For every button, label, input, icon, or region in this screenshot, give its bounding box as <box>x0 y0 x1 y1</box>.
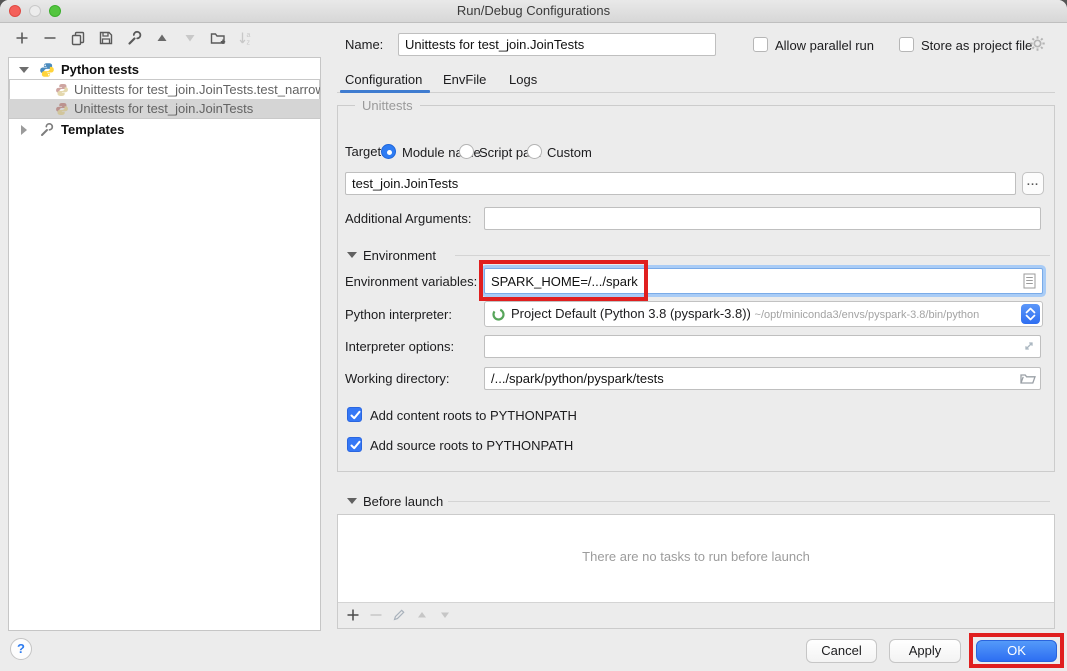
add-task-icon[interactable] <box>346 608 360 622</box>
collapsed-twisty-icon[interactable] <box>21 125 27 135</box>
title-bar: Run/Debug Configurations <box>0 0 1067 23</box>
before-launch-toolbar <box>346 608 452 622</box>
tree-item-label: Unittests for test_join.JoinTests.test_n… <box>74 82 320 97</box>
cancel-button[interactable]: Cancel <box>806 639 877 663</box>
interpreter-options-input[interactable] <box>484 335 1041 358</box>
configurations-toolbar: az <box>14 30 254 46</box>
tree-item-test-narrow[interactable]: Unittests for test_join.JoinTests.test_n… <box>9 80 320 99</box>
new-folder-icon[interactable] <box>210 30 226 46</box>
move-up-icon[interactable] <box>154 30 170 46</box>
radio-custom-label: Custom <box>547 145 592 161</box>
store-as-project-file-label: Store as project file <box>921 38 1032 54</box>
python-interpreter-label: Python interpreter: <box>345 307 452 323</box>
window-title: Run/Debug Configurations <box>0 0 1067 22</box>
task-up-icon[interactable] <box>415 608 429 622</box>
before-launch-section-line <box>448 501 1050 502</box>
environment-variables-input[interactable] <box>484 268 1043 294</box>
interpreter-path: ~/opt/miniconda3/envs/pyspark-3.8/bin/py… <box>755 309 980 321</box>
apply-button[interactable]: Apply <box>889 639 961 663</box>
interpreter-options-label: Interpreter options: <box>345 339 454 355</box>
before-launch-section-title[interactable]: Before launch <box>363 494 443 510</box>
edit-task-pencil-icon[interactable] <box>392 608 406 622</box>
add-content-roots-checkbox[interactable] <box>347 407 362 422</box>
radio-script-path[interactable] <box>459 144 474 159</box>
module-name-input[interactable] <box>345 172 1016 195</box>
svg-text:a: a <box>247 32 251 39</box>
store-as-project-file-checkbox[interactable] <box>899 37 914 52</box>
additional-arguments-input[interactable] <box>484 207 1041 230</box>
copy-icon[interactable] <box>70 30 86 46</box>
add-source-roots-checkbox[interactable] <box>347 437 362 452</box>
remove-task-icon[interactable] <box>369 608 383 622</box>
expanded-twisty-icon[interactable] <box>19 67 29 73</box>
tree-item-label: Python tests <box>61 62 139 77</box>
before-launch-collapse-icon[interactable] <box>347 498 357 504</box>
add-content-roots-label: Add content roots to PYTHONPATH <box>370 408 577 424</box>
allow-parallel-run-label: Allow parallel run <box>775 38 874 54</box>
allow-parallel-run-checkbox[interactable] <box>753 37 768 52</box>
tree-item-jointests-selected[interactable]: Unittests for test_join.JoinTests <box>9 99 320 118</box>
browse-button[interactable]: ... <box>1022 172 1044 195</box>
tree-item-templates[interactable]: Templates <box>9 120 320 139</box>
svg-text:z: z <box>247 40 251 47</box>
interpreter-env-icon <box>491 307 506 322</box>
active-tab-underline <box>340 90 430 93</box>
interpreter-name: Project Default (Python 3.8 (pyspark-3.8… <box>511 306 751 321</box>
unittests-group-title: Unittests <box>355 98 420 113</box>
python-test-icon <box>55 83 69 97</box>
target-label: Target: <box>345 144 385 160</box>
add-icon[interactable] <box>14 30 30 46</box>
radio-module-name[interactable] <box>381 144 396 159</box>
tab-configuration[interactable]: Configuration <box>345 72 422 87</box>
interpreter-dropdown-stepper-icon[interactable] <box>1021 304 1040 324</box>
run-debug-configurations-dialog: Run/Debug Configurations az Pyth <box>0 0 1067 671</box>
environment-variables-label: Environment variables: <box>345 274 477 290</box>
environment-collapse-icon[interactable] <box>347 252 357 258</box>
tree-item-label: Templates <box>61 122 124 137</box>
name-input[interactable] <box>398 33 716 56</box>
working-directory-label: Working directory: <box>345 371 450 387</box>
tree-item-label: Unittests for test_join.JoinTests <box>74 101 253 116</box>
remove-icon[interactable] <box>42 30 58 46</box>
python-test-icon <box>55 102 69 116</box>
radio-custom[interactable] <box>527 144 542 159</box>
expand-field-icon[interactable] <box>1021 338 1037 354</box>
move-down-icon[interactable] <box>182 30 198 46</box>
sort-alphabetically-icon[interactable]: az <box>238 30 254 46</box>
environment-section-title[interactable]: Environment <box>363 248 436 264</box>
help-button[interactable]: ? <box>10 638 32 660</box>
environment-section-line <box>455 255 1050 256</box>
tab-logs[interactable]: Logs <box>509 72 537 87</box>
folder-icon[interactable] <box>1019 370 1037 386</box>
before-launch-panel: There are no tasks to run before launch <box>337 514 1055 629</box>
tree-item-python-tests[interactable]: Python tests <box>9 60 320 79</box>
working-directory-input[interactable] <box>484 367 1041 390</box>
configurations-tree: Python tests Unittests for test_join.Joi… <box>8 57 321 631</box>
add-source-roots-label: Add source roots to PYTHONPATH <box>370 438 573 454</box>
before-launch-empty-text: There are no tasks to run before launch <box>338 549 1054 564</box>
save-icon[interactable] <box>98 30 114 46</box>
tabs-divider <box>337 92 1055 93</box>
edit-templates-wrench-icon[interactable] <box>126 30 142 46</box>
tab-envfile[interactable]: EnvFile <box>443 72 486 87</box>
additional-arguments-label: Additional Arguments: <box>345 211 471 227</box>
ok-button[interactable]: OK <box>976 640 1057 662</box>
gear-icon[interactable] <box>1029 35 1046 52</box>
task-down-icon[interactable] <box>438 608 452 622</box>
name-label: Name: <box>345 37 383 53</box>
before-launch-task-list[interactable]: There are no tasks to run before launch <box>338 515 1054 603</box>
python-icon <box>39 62 55 78</box>
templates-wrench-icon <box>39 122 54 137</box>
env-vars-editor-icon[interactable] <box>1023 273 1036 289</box>
python-interpreter-combo[interactable]: Project Default (Python 3.8 (pyspark-3.8… <box>484 301 1043 327</box>
